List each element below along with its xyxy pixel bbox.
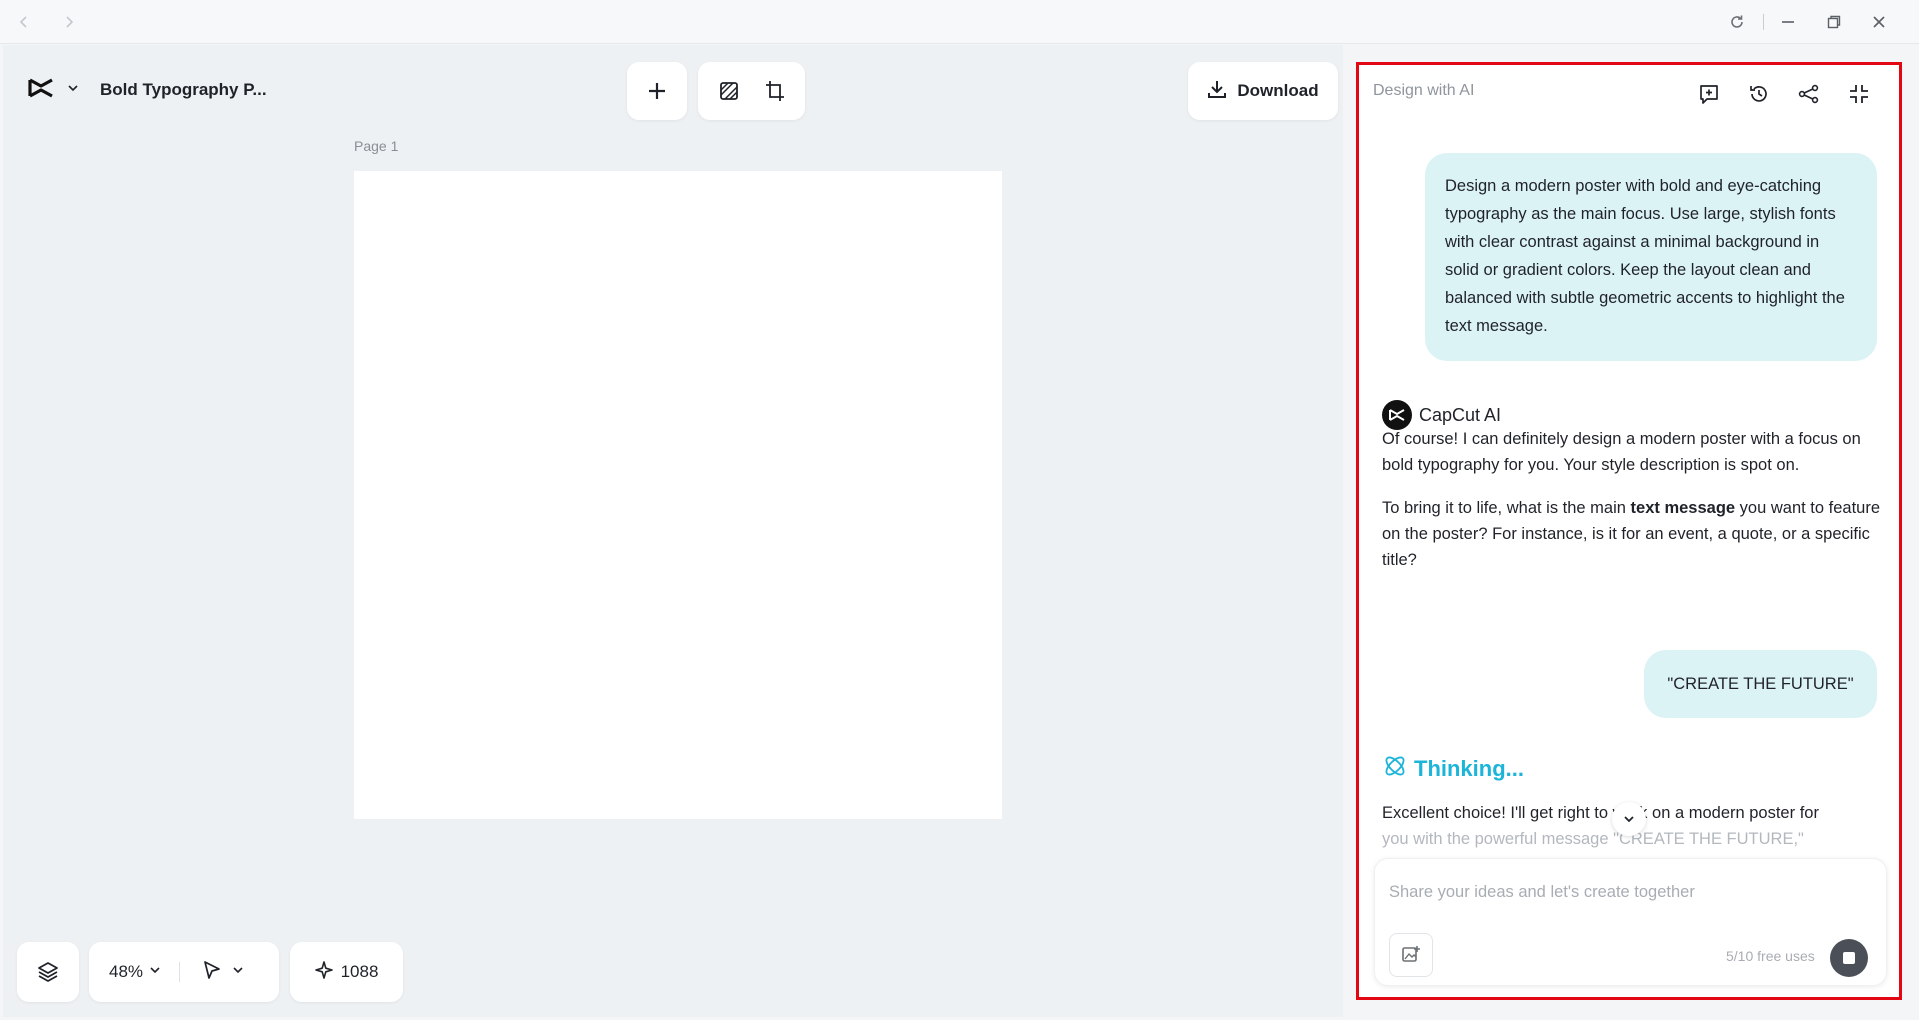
chevron-down-icon[interactable] [149, 963, 161, 981]
assistant-bold-text: text message [1630, 499, 1736, 517]
free-uses-counter: 5/10 free uses [1726, 948, 1815, 964]
design-with-ai-panel: Design with AI Design a modern poster wi… [1356, 62, 1902, 1000]
new-chat-icon[interactable] [1694, 79, 1724, 109]
download-icon [1207, 79, 1227, 104]
toolbar-divider [179, 962, 181, 982]
canvas-tools-group [698, 62, 805, 120]
resize-icon[interactable] [758, 74, 792, 108]
add-image-icon [1402, 946, 1420, 962]
assistant-message-paragraph: To bring it to life, what is the main te… [1382, 495, 1882, 573]
page-label: Page 1 [354, 138, 399, 154]
assistant-message-paragraph: Of course! I can definitely design a mod… [1382, 430, 1861, 474]
credits-button[interactable]: 1088 [290, 942, 403, 1002]
layers-icon [31, 955, 65, 989]
chevron-down-icon[interactable] [232, 963, 244, 981]
user-message: Design a modern poster with bold and eye… [1425, 153, 1877, 361]
history-icon[interactable] [1744, 79, 1774, 109]
close-window-icon[interactable] [1867, 10, 1891, 34]
plus-icon [640, 74, 674, 108]
layers-button[interactable] [17, 942, 79, 1002]
download-label: Download [1237, 81, 1319, 100]
stop-generation-button[interactable] [1830, 939, 1868, 977]
project-title[interactable]: Bold Typography P... [100, 80, 267, 100]
chat-input-box: 5/10 free uses [1374, 858, 1887, 986]
add-button[interactable] [627, 62, 687, 120]
collapse-icon[interactable] [1844, 79, 1874, 109]
thinking-indicator: Thinking... [1382, 753, 1524, 785]
sparkle-icon [314, 960, 333, 984]
chevron-down-icon [1624, 816, 1634, 823]
download-button[interactable]: Download [1188, 62, 1338, 120]
thinking-label: Thinking... [1414, 756, 1524, 781]
scroll-to-bottom-button[interactable] [1612, 802, 1646, 836]
back-arrow-icon[interactable] [12, 10, 36, 34]
chevron-down-icon[interactable] [66, 81, 80, 100]
assistant-name: CapCut AI [1419, 404, 1502, 425]
forward-arrow-icon[interactable] [57, 10, 81, 34]
zoom-and-pointer-group: 48% [89, 942, 279, 1002]
share-icon[interactable] [1794, 79, 1824, 109]
thinking-icon [1382, 753, 1408, 785]
user-message: "CREATE THE FUTURE" [1644, 650, 1877, 718]
minimize-icon[interactable] [1776, 10, 1800, 34]
stop-icon [1843, 952, 1855, 964]
restore-window-icon[interactable] [1822, 10, 1846, 34]
titlebar-divider [1763, 14, 1764, 30]
project-menu[interactable]: Bold Typography P... [14, 62, 296, 118]
refresh-icon[interactable] [1725, 10, 1749, 34]
canvas-page[interactable] [354, 171, 1002, 819]
background-fill-icon[interactable] [712, 74, 746, 108]
chat-input[interactable] [1389, 877, 1869, 907]
capcut-logo-icon [28, 77, 54, 104]
window-titlebar [0, 0, 1919, 44]
pointer-cursor-icon[interactable] [202, 960, 222, 985]
upload-image-button[interactable] [1389, 933, 1433, 977]
zoom-level[interactable]: 48% [109, 962, 143, 982]
credits-count: 1088 [340, 962, 379, 981]
panel-title: Design with AI [1373, 82, 1475, 99]
assistant-text: To bring it to life, what is the main [1382, 499, 1631, 517]
